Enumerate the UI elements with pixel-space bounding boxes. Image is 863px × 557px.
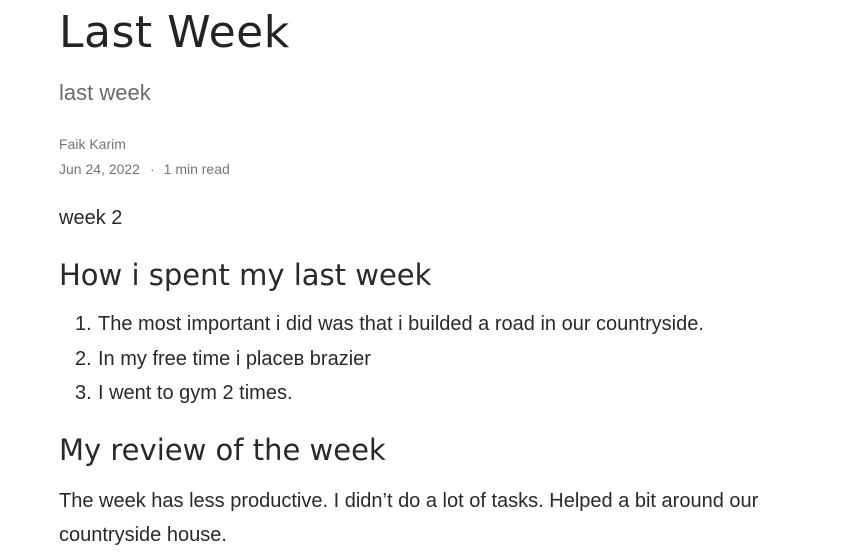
section-heading-spent: How i spent my last week bbox=[59, 258, 432, 292]
list-item-number: 1. bbox=[75, 313, 92, 335]
list-item: 3. I went to gym 2 times. bbox=[59, 378, 704, 413]
publish-date: Jun 24, 2022 bbox=[59, 161, 140, 177]
list-item-number: 2. bbox=[75, 347, 92, 370]
spent-list: 1. The most important i did was that i b… bbox=[59, 309, 704, 413]
post-subtitle: last week bbox=[59, 80, 151, 105]
read-time: 1 min read bbox=[163, 161, 230, 177]
post-meta: Jun 24, 2022 · 1 min read bbox=[59, 160, 230, 178]
section-heading-review: My review of the week bbox=[59, 433, 386, 467]
list-item-text: In my free time i placeв brazier bbox=[98, 347, 371, 370]
post-title: Last Week bbox=[59, 7, 290, 58]
list-item: 1. The most important i did was that i b… bbox=[59, 309, 704, 344]
author-name[interactable]: Faik Karim bbox=[59, 135, 126, 153]
lead-paragraph: week 2 bbox=[59, 207, 123, 229]
list-item-text: The most important i did was that i buil… bbox=[98, 313, 704, 335]
list-item: 2. In my free time i placeв brazier bbox=[59, 344, 704, 379]
list-item-text: I went to gym 2 times. bbox=[98, 382, 293, 404]
meta-separator: · bbox=[149, 161, 155, 177]
list-item-number: 3. bbox=[75, 382, 92, 404]
review-paragraph: The week has less productive. I didn’t d… bbox=[59, 490, 759, 546]
